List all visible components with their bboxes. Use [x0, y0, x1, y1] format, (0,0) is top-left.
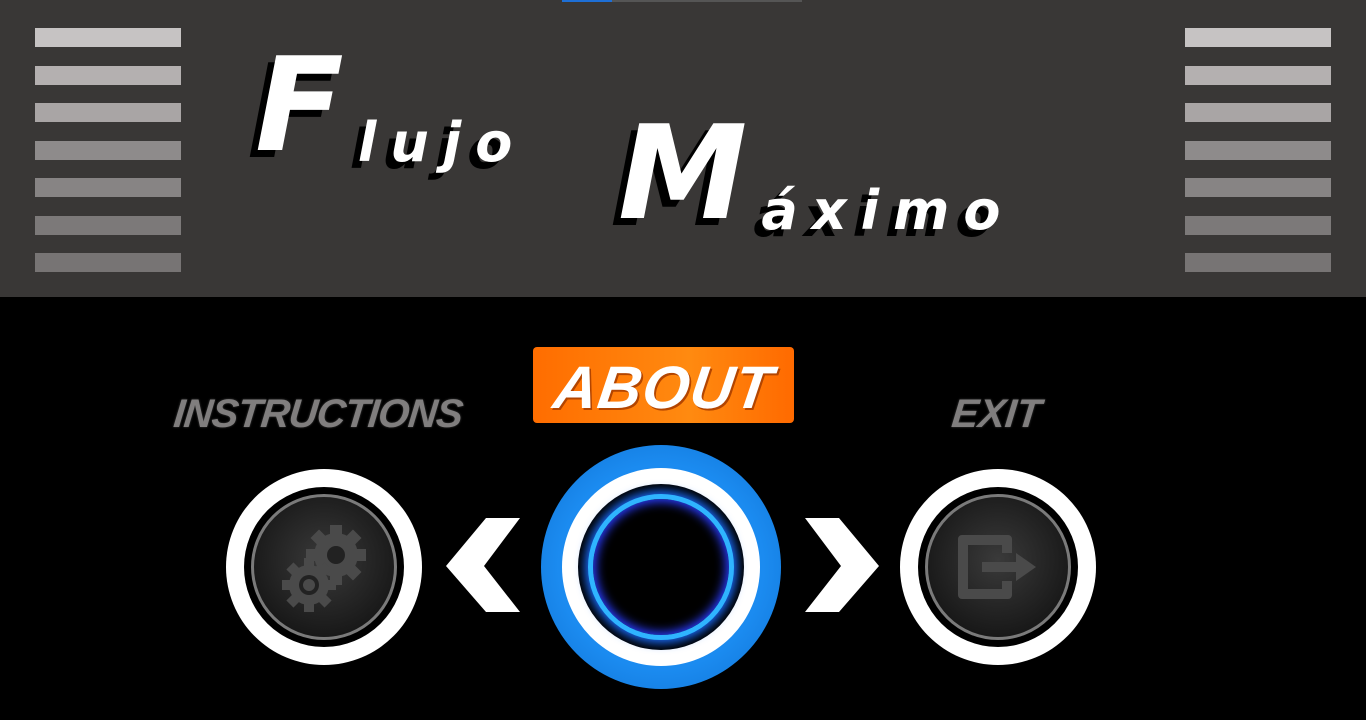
game-title-word2: Máximo: [618, 97, 1015, 249]
exit-label: EXIT: [949, 392, 1044, 436]
chevron-left-icon[interactable]: [446, 518, 520, 614]
header-panel: Flujo Máximo: [0, 0, 1366, 297]
left-stripes-decoration: [35, 28, 181, 291]
gears-icon: [282, 525, 366, 612]
game-title-word1: Flujo: [255, 29, 527, 181]
top-progress-strip: [562, 0, 802, 2]
exit-button[interactable]: [900, 469, 1096, 665]
about-label-badge: ABOUT: [533, 347, 794, 423]
about-label: ABOUT: [549, 354, 778, 421]
glowing-ring-icon: [588, 494, 734, 640]
instructions-button[interactable]: [226, 469, 422, 665]
instructions-label: INSTRUCTIONS: [171, 392, 465, 436]
chevron-right-icon[interactable]: [805, 518, 879, 614]
exit-door-icon: [958, 535, 1036, 599]
right-stripes-decoration: [1185, 28, 1331, 291]
about-button[interactable]: [541, 445, 781, 689]
